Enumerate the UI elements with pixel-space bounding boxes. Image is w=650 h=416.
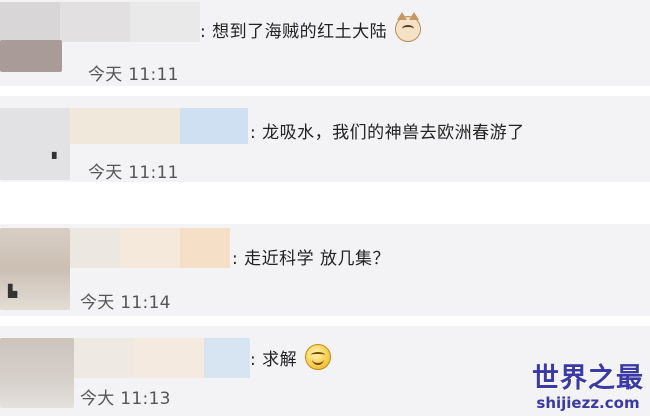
cat-face-icon xyxy=(395,12,422,42)
comment-timestamp: 今天 11:11 xyxy=(88,65,179,85)
blurred-username xyxy=(74,338,250,378)
comment-text: : 走近科学 放几集？ xyxy=(232,249,391,269)
comment-text: : 龙吸水，我们的神兽去欧洲春游了 xyxy=(250,123,525,143)
comment-timestamp: 今天 11:11 xyxy=(88,163,179,183)
avatar[interactable] xyxy=(0,40,62,72)
blurred-mark: ▘ xyxy=(52,152,62,166)
avatar[interactable] xyxy=(0,338,74,408)
blurred-username xyxy=(70,228,230,268)
comment-text: : 求解 xyxy=(250,344,332,370)
blurred-mark: ▙ xyxy=(8,284,18,298)
avatar[interactable] xyxy=(0,108,70,180)
watermark-title: 世界之最 xyxy=(532,363,644,394)
comment-timestamp: 今大 11:13 xyxy=(80,389,171,409)
blurred-username xyxy=(0,2,200,42)
comment-list: : 想到了海贼的红土大陆 今天 11:11 ▘ : 龙吸水，我们的神兽去欧洲春游… xyxy=(0,0,650,416)
site-watermark: 世界之最 shijiezz.com xyxy=(532,363,644,413)
comment-text: : 想到了海贼的红土大陆 xyxy=(200,12,422,42)
comment-timestamp: 今天 11:14 xyxy=(80,293,171,313)
smile-icon xyxy=(305,344,332,370)
watermark-url: shijiezz.com xyxy=(536,394,640,412)
